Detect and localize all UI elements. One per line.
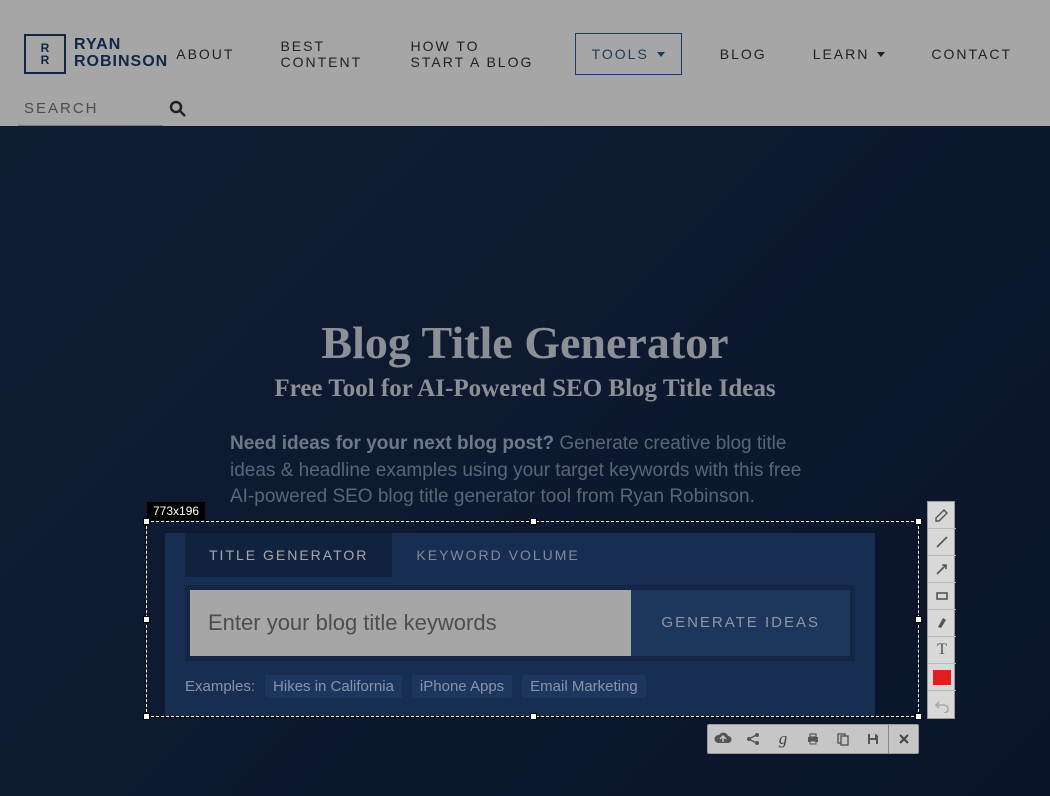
arrow-tool[interactable] [928, 556, 956, 583]
tab-title-generator[interactable]: TITLE GENERATOR [185, 533, 392, 577]
chevron-down-icon [877, 52, 885, 57]
example-iphone[interactable]: iPhone Apps [412, 675, 512, 698]
color-picker[interactable] [928, 664, 956, 691]
chevron-down-icon [657, 52, 665, 57]
color-swatch-red [933, 670, 951, 685]
close-button[interactable] [888, 725, 918, 753]
upload-cloud-button[interactable] [708, 725, 738, 753]
page-subtitle: Free Tool for AI-Powered SEO Blog Title … [0, 375, 1050, 403]
logo-mark: RR [24, 34, 66, 74]
pencil-tool[interactable] [928, 502, 956, 529]
annotation-side-toolbar: T [927, 501, 955, 719]
tool-tabs: TITLE GENERATOR KEYWORD VOLUME [185, 533, 855, 577]
keyword-input[interactable] [190, 590, 631, 656]
share-button[interactable] [738, 725, 768, 753]
nav-tools-label: TOOLS [592, 46, 649, 62]
google-search-button[interactable]: g [768, 725, 798, 753]
rectangle-tool[interactable] [928, 583, 956, 610]
search-icon[interactable] [169, 100, 187, 118]
nav-how-to-start[interactable]: HOW TO START A BLOG [403, 26, 545, 82]
page-title: Blog Title Generator [0, 316, 1050, 369]
intro-bold: Need ideas for your next blog post? [230, 433, 554, 454]
logo-text: RYAN ROBINSON [74, 37, 168, 71]
site-logo[interactable]: RR RYAN ROBINSON [24, 34, 168, 74]
main-nav: ABOUT BEST CONTENT HOW TO START A BLOG T… [168, 26, 1020, 82]
undo-tool[interactable] [928, 691, 956, 718]
nav-about[interactable]: ABOUT [168, 34, 242, 74]
annotation-bottom-toolbar: g [707, 724, 919, 754]
nav-learn[interactable]: LEARN [805, 34, 894, 74]
nav-blog[interactable]: BLOG [712, 34, 775, 74]
tab-keyword-volume[interactable]: KEYWORD VOLUME [392, 533, 603, 577]
search-input[interactable] [18, 92, 163, 126]
line-tool[interactable] [928, 529, 956, 556]
input-row: GENERATE IDEAS [185, 585, 855, 661]
nav-contact[interactable]: CONTACT [923, 34, 1020, 74]
hero-section: Blog Title Generator Free Tool for AI-Po… [0, 126, 1050, 716]
examples-label: Examples: [185, 678, 255, 695]
nav-learn-label: LEARN [813, 46, 870, 62]
text-tool[interactable]: T [928, 637, 956, 664]
generate-ideas-button[interactable]: GENERATE IDEAS [631, 590, 850, 656]
site-header: RR RYAN ROBINSON ABOUT BEST CONTENT HOW … [0, 0, 1050, 126]
tool-box: TITLE GENERATOR KEYWORD VOLUME GENERATE … [165, 533, 875, 716]
copy-button[interactable] [828, 725, 858, 753]
example-hikes[interactable]: Hikes in California [265, 675, 402, 698]
nav-tools[interactable]: TOOLS [575, 33, 682, 75]
marker-tool[interactable] [928, 610, 956, 637]
print-button[interactable] [798, 725, 828, 753]
examples-row: Examples: Hikes in California iPhone App… [185, 675, 855, 698]
example-email[interactable]: Email Marketing [522, 675, 646, 698]
intro-text: Need ideas for your next blog post? Gene… [230, 431, 820, 511]
save-button[interactable] [858, 725, 888, 753]
nav-best-content[interactable]: BEST CONTENT [272, 26, 372, 82]
